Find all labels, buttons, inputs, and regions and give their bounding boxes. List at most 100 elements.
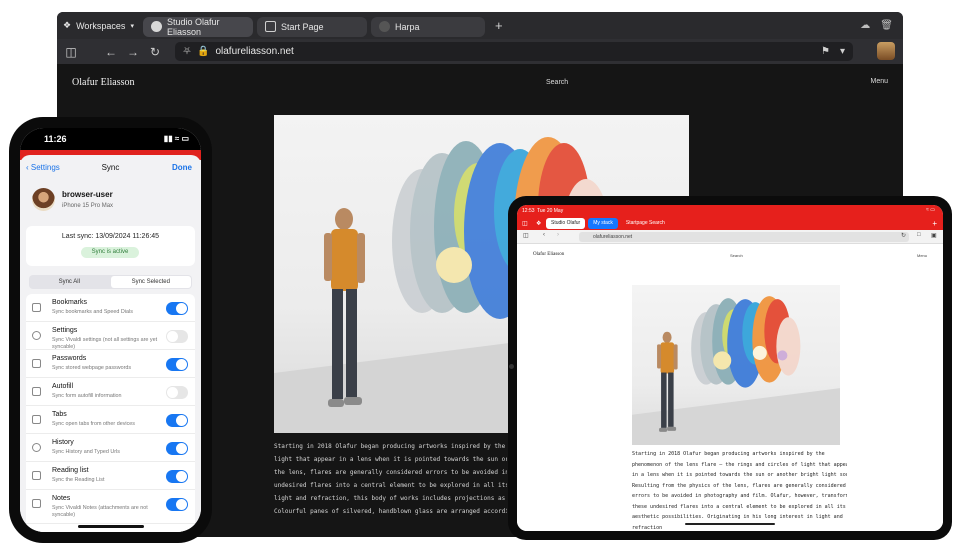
clock: 11:26	[44, 134, 67, 144]
forward-icon[interactable]: →	[122, 45, 144, 59]
article-text: Starting in 2018 Olafur began producing …	[274, 440, 507, 518]
sync-mode-segmented-control: Sync All Sync Selected	[29, 275, 192, 289]
back-icon[interactable]: ‹	[543, 232, 545, 238]
tablet-clock: 12:53	[522, 208, 535, 214]
address-field[interactable]: ⛧ 🔒 olafureliasson.net ⚑ ▾	[175, 42, 853, 61]
panel-toggle-icon[interactable]: ◫	[522, 220, 536, 227]
article-line: in a lens when it is pointed towards the…	[632, 472, 847, 478]
site-menu-link[interactable]: Menu	[917, 253, 927, 258]
panel-icon[interactable]: ◫	[523, 232, 529, 239]
tab-label: Studio Olafur Eliasson	[167, 16, 220, 37]
bookmarks-toggle[interactable]	[166, 302, 188, 315]
reload-icon[interactable]: ↻	[144, 45, 166, 59]
tablet-date: Tue 20 May	[537, 208, 564, 214]
forward-icon[interactable]: ›	[557, 232, 559, 238]
tab-studio-olafur-eliasson[interactable]: Studio Olafur Eliasson	[143, 16, 253, 37]
grid-icon	[265, 21, 276, 32]
autofill-toggle[interactable]	[166, 386, 188, 399]
segment-sync-all[interactable]: Sync All	[29, 275, 110, 289]
signal-battery-icons: ▮▮ ≈ ▭	[163, 134, 189, 143]
settings-toggle[interactable]	[166, 330, 188, 343]
history-toggle[interactable]	[166, 442, 188, 455]
passwords-toggle[interactable]	[166, 358, 188, 371]
chevron-down-icon: ▾	[130, 22, 134, 30]
article-line: errors to be avoided in photography and …	[632, 493, 847, 499]
site-menu-link[interactable]: Menu	[870, 78, 888, 85]
status-badge: Sync is active	[81, 247, 139, 258]
chevron-down-icon[interactable]: ▾	[840, 46, 845, 57]
tabs-toggle[interactable]	[166, 414, 188, 427]
cloud-sync-icon[interactable]: ☁	[860, 20, 870, 31]
reading-list-toggle[interactable]	[166, 470, 188, 483]
composite-stage: ❖ Workspaces ▾ Studio Olafur Eliasson St…	[0, 0, 960, 560]
home-indicator	[78, 525, 144, 528]
tab-startpage-search[interactable]: Startpage Search	[621, 218, 670, 229]
lock-icon: 🔒	[197, 46, 210, 57]
user-name: browser-user	[62, 190, 113, 199]
notes-toggle[interactable]	[166, 498, 188, 511]
site-search-link[interactable]: Search	[546, 79, 568, 86]
home-indicator	[685, 523, 775, 525]
reading-list-icon	[32, 471, 41, 480]
tab-studio-olafur[interactable]: Studio Olafur	[546, 217, 586, 229]
site-logo[interactable]: Olafur Eliasson	[72, 77, 135, 88]
article-line: the lens, flares are generally considere…	[274, 469, 507, 476]
list-item-passwords: Passwords Sync stored webpage passwords	[26, 350, 195, 378]
workspaces-button[interactable]: ❖ Workspaces ▾	[57, 20, 143, 31]
clock-icon	[32, 443, 41, 452]
gear-icon	[32, 331, 41, 340]
article-line: phenomenon of the lens flare – the rings…	[632, 461, 847, 468]
bookmark-icon[interactable]: ⚑	[821, 46, 830, 57]
avatar	[32, 188, 55, 211]
article-line: these undesired flares into a central el…	[632, 503, 846, 510]
article-line: light and refraction, this body of works…	[274, 495, 507, 502]
account-info: browser-user iPhone 15 Pro Max	[32, 188, 190, 224]
new-tab-button[interactable]: +	[495, 18, 503, 33]
tab-switcher-icon[interactable]: □	[917, 232, 921, 238]
bookmark-icon	[32, 303, 41, 312]
list-item-settings: Settings Sync Vivaldi settings (not all …	[26, 322, 195, 350]
tab-my-stack[interactable]: My stack	[588, 217, 618, 229]
sheet-nav-bar: ‹ Settings Sync Done	[20, 155, 201, 181]
list-item-history: History Sync History and Typed Urls	[26, 434, 195, 462]
url-text: olafureliasson.net	[215, 46, 294, 57]
phone-screen: 11:26 ▮▮ ≈ ▭ ‹ Settings Sync Done browse…	[20, 128, 201, 532]
artwork-photo	[632, 285, 840, 445]
profile-avatar[interactable]	[877, 42, 895, 60]
tab-harpa[interactable]: Harpa	[371, 16, 485, 37]
vivaldi-menu-icon[interactable]: ▣	[931, 232, 937, 239]
tab-start-page[interactable]: Start Page	[257, 16, 367, 37]
list-item-reading-list: Reading list Sync the Reading List	[26, 462, 195, 490]
device-name: iPhone 15 Pro Max	[62, 203, 114, 209]
trash-icon[interactable]: 🗑	[880, 20, 893, 31]
url-text: olafureliasson.net	[593, 234, 633, 240]
site-logo[interactable]: Olafur Eliasson	[533, 252, 564, 257]
done-button[interactable]: Done	[172, 163, 192, 172]
tablet-device: 12:53 Tue 20 May ≈ ▭ ◫ ❖ Studio Olafur M…	[508, 196, 952, 540]
back-icon[interactable]: ←	[100, 45, 122, 59]
list-item-bookmarks: Bookmarks Sync bookmarks and Speed Dials	[26, 294, 195, 322]
article-line: aesthetic possibilities. Originating in …	[632, 514, 843, 520]
tablet-address-field[interactable]: olafureliasson.net	[579, 232, 909, 242]
article-line: Starting in 2018 Olafur began producing …	[274, 443, 507, 450]
segment-sync-selected[interactable]: Sync Selected	[110, 276, 191, 288]
article-line: Starting in 2018 Olafur began producing …	[632, 451, 825, 457]
shield-icon: ⛧	[183, 46, 191, 57]
sync-items-list: Bookmarks Sync bookmarks and Speed Dials…	[26, 294, 195, 532]
panel-toggle-icon[interactable]: ◫	[60, 45, 82, 59]
front-camera	[509, 364, 514, 369]
list-item-tabs: Tabs Sync open tabs from other devices	[26, 406, 195, 434]
list-item-autofill: Autofill Sync form autofill information	[26, 378, 195, 406]
workspaces-icon[interactable]: ❖	[536, 220, 546, 227]
address-bar-row: ◫ ← → ↻ ⛧ 🔒 olafureliasson.net ⚑ ▾	[57, 39, 903, 64]
artwork-illustration	[632, 296, 840, 445]
workspaces-label: Workspaces	[76, 20, 126, 31]
list-item-notes: Notes Sync Vivaldi Notes (attachments ar…	[26, 490, 195, 524]
article-line: Resulting from the physics of the lens, …	[632, 482, 846, 489]
new-tab-button[interactable]: +	[932, 219, 937, 228]
reload-icon[interactable]: ↻	[901, 232, 906, 239]
battery-icon: ≈ ▭	[926, 207, 935, 213]
tab-favicon	[379, 21, 390, 32]
notes-icon	[32, 499, 41, 508]
site-search-link[interactable]: Search	[730, 253, 743, 258]
